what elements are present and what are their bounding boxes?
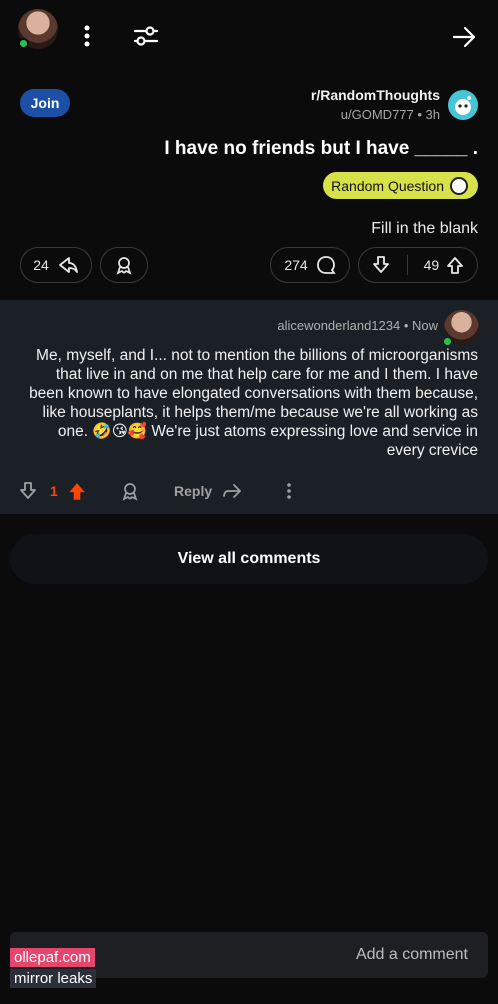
user-avatar[interactable]: [18, 9, 58, 49]
downvote-icon[interactable]: [371, 255, 391, 275]
more-vertical-icon: [287, 483, 291, 499]
award-button[interactable]: [100, 247, 148, 283]
reddit-post-screen: Join r/RandomThoughts u/GOMD777 • 3h I h…: [0, 0, 498, 1004]
comment-count: 274: [284, 257, 308, 273]
subreddit-name[interactable]: r/RandomThoughts: [311, 87, 440, 103]
vote-control: 49: [358, 247, 478, 283]
comment-card: alicewonderland1234 • Now Me, myself, an…: [0, 300, 498, 514]
reply-button[interactable]: Reply: [174, 476, 242, 506]
sliders-icon[interactable]: [132, 24, 160, 48]
comment-downvote-button[interactable]: [18, 476, 38, 506]
vote-divider: [406, 255, 408, 275]
flair-label: Random Question: [331, 177, 444, 194]
reply-icon: [223, 484, 242, 498]
share-count: 24: [33, 257, 49, 273]
upvote-filled-icon: [69, 483, 85, 500]
comment-actions: 1 Reply: [0, 476, 498, 506]
post-flair[interactable]: Random Question: [323, 172, 478, 199]
join-button[interactable]: Join: [20, 89, 70, 117]
view-all-comments-button[interactable]: View all comments: [10, 534, 488, 584]
comment-author[interactable]: alicewonderland1234 • Now: [277, 318, 438, 333]
watermark-line1: ollepaf.com: [10, 948, 95, 967]
share-button[interactable]: 24: [20, 247, 92, 283]
post-meta: u/GOMD777 • 3h: [340, 107, 440, 122]
upvote-icon[interactable]: [445, 255, 465, 275]
comment-more-button[interactable]: [286, 476, 292, 506]
award-icon: [122, 483, 138, 501]
watermark: ollepaf.com mirror leaks: [10, 948, 97, 988]
subreddit-icon[interactable]: [448, 90, 478, 120]
award-icon: [116, 257, 132, 275]
top-bar: [0, 0, 498, 70]
reply-label: Reply: [174, 483, 213, 499]
more-vertical-icon[interactable]: [76, 22, 98, 50]
watermark-line2: mirror leaks: [10, 969, 97, 988]
snoo-icon: [450, 176, 468, 195]
comments-button[interactable]: 274: [270, 247, 350, 283]
post-body: Fill in the blank: [371, 220, 478, 237]
comment-score: 1: [50, 483, 58, 499]
comment-text: Me, myself, and I... not to mention the …: [29, 347, 478, 459]
comment-award-button[interactable]: [120, 476, 140, 506]
comment-upvote-button[interactable]: [66, 476, 88, 506]
downvote-icon: [20, 482, 36, 499]
online-status-dot: [18, 38, 29, 49]
share-icon: [58, 257, 78, 273]
commenter-avatar[interactable]: [442, 310, 479, 347]
post-title: I have no friends but I have _____ .: [164, 138, 478, 159]
comment-icon: [316, 256, 336, 274]
vote-count: 49: [423, 257, 440, 273]
arrow-right-icon[interactable]: [450, 24, 478, 50]
